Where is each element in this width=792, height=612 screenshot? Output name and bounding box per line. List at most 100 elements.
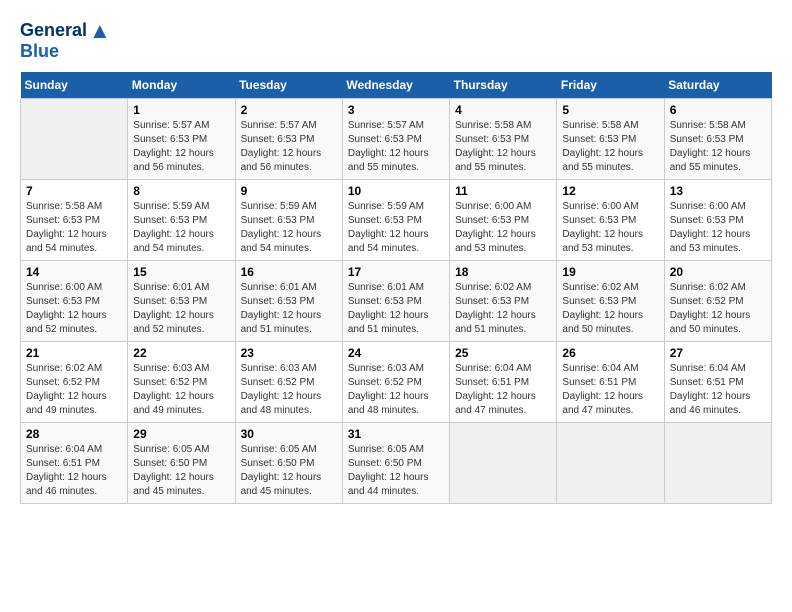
day-info: Sunrise: 6:00 AM Sunset: 6:53 PM Dayligh… (26, 281, 122, 337)
calendar-cell: 9 Sunrise: 5:59 AM Sunset: 6:53 PM Daylig… (235, 179, 342, 260)
day-number: 30 (241, 427, 337, 441)
day-number: 16 (241, 265, 337, 279)
day-header-saturday: Saturday (664, 72, 771, 99)
day-info: Sunrise: 6:00 AM Sunset: 6:53 PM Dayligh… (670, 200, 766, 256)
day-number: 5 (562, 103, 658, 117)
logo-text-general: General (20, 21, 87, 41)
calendar-table: SundayMondayTuesdayWednesdayThursdayFrid… (20, 72, 772, 504)
calendar-cell (21, 98, 128, 179)
day-number: 29 (133, 427, 229, 441)
calendar-cell: 13 Sunrise: 6:00 AM Sunset: 6:53 PM Dayli… (664, 179, 771, 260)
day-number: 31 (348, 427, 444, 441)
calendar-cell: 20 Sunrise: 6:02 AM Sunset: 6:52 PM Dayli… (664, 260, 771, 341)
calendar-cell (664, 422, 771, 503)
day-number: 27 (670, 346, 766, 360)
day-number: 19 (562, 265, 658, 279)
day-info: Sunrise: 6:02 AM Sunset: 6:53 PM Dayligh… (562, 281, 658, 337)
day-number: 14 (26, 265, 122, 279)
day-number: 18 (455, 265, 551, 279)
day-info: Sunrise: 6:05 AM Sunset: 6:50 PM Dayligh… (133, 443, 229, 499)
day-number: 4 (455, 103, 551, 117)
day-number: 10 (348, 184, 444, 198)
day-info: Sunrise: 5:57 AM Sunset: 6:53 PM Dayligh… (241, 119, 337, 175)
calendar-cell: 17 Sunrise: 6:01 AM Sunset: 6:53 PM Dayli… (342, 260, 449, 341)
day-info: Sunrise: 5:57 AM Sunset: 6:53 PM Dayligh… (133, 119, 229, 175)
calendar-cell: 28 Sunrise: 6:04 AM Sunset: 6:51 PM Dayli… (21, 422, 128, 503)
calendar-cell: 31 Sunrise: 6:05 AM Sunset: 6:50 PM Dayli… (342, 422, 449, 503)
day-info: Sunrise: 6:03 AM Sunset: 6:52 PM Dayligh… (133, 362, 229, 418)
day-number: 15 (133, 265, 229, 279)
day-info: Sunrise: 5:58 AM Sunset: 6:53 PM Dayligh… (670, 119, 766, 175)
calendar-cell: 30 Sunrise: 6:05 AM Sunset: 6:50 PM Dayli… (235, 422, 342, 503)
day-number: 8 (133, 184, 229, 198)
day-info: Sunrise: 6:04 AM Sunset: 6:51 PM Dayligh… (26, 443, 122, 499)
day-header-monday: Monday (128, 72, 235, 99)
day-header-tuesday: Tuesday (235, 72, 342, 99)
day-info: Sunrise: 5:58 AM Sunset: 6:53 PM Dayligh… (455, 119, 551, 175)
calendar-cell: 16 Sunrise: 6:01 AM Sunset: 6:53 PM Dayli… (235, 260, 342, 341)
calendar-cell: 18 Sunrise: 6:02 AM Sunset: 6:53 PM Dayli… (450, 260, 557, 341)
day-number: 6 (670, 103, 766, 117)
calendar-cell: 7Sunrise: 5:58 AM Sunset: 6:53 PM Daylig… (21, 179, 128, 260)
day-info: Sunrise: 6:01 AM Sunset: 6:53 PM Dayligh… (241, 281, 337, 337)
day-number: 28 (26, 427, 122, 441)
day-number: 7 (26, 184, 122, 198)
calendar-cell: 23Sunrise: 6:03 AM Sunset: 6:52 PM Dayli… (235, 341, 342, 422)
day-number: 21 (26, 346, 122, 360)
day-info: Sunrise: 6:04 AM Sunset: 6:51 PM Dayligh… (562, 362, 658, 418)
page-header: General ▲ Blue (20, 20, 772, 62)
logo-bird-icon: ▲ (89, 20, 111, 42)
day-info: Sunrise: 5:59 AM Sunset: 6:53 PM Dayligh… (241, 200, 337, 256)
day-info: Sunrise: 6:03 AM Sunset: 6:52 PM Dayligh… (348, 362, 444, 418)
calendar-header: SundayMondayTuesdayWednesdayThursdayFrid… (21, 72, 772, 99)
day-header-friday: Friday (557, 72, 664, 99)
day-info: Sunrise: 6:03 AM Sunset: 6:52 PM Dayligh… (241, 362, 337, 418)
calendar-cell: 19 Sunrise: 6:02 AM Sunset: 6:53 PM Dayli… (557, 260, 664, 341)
day-info: Sunrise: 6:04 AM Sunset: 6:51 PM Dayligh… (455, 362, 551, 418)
day-header-wednesday: Wednesday (342, 72, 449, 99)
calendar-cell: 27 Sunrise: 6:04 AM Sunset: 6:51 PM Dayli… (664, 341, 771, 422)
day-info: Sunrise: 5:57 AM Sunset: 6:53 PM Dayligh… (348, 119, 444, 175)
day-info: Sunrise: 5:59 AM Sunset: 6:53 PM Dayligh… (133, 200, 229, 256)
calendar-cell: 6 Sunrise: 5:58 AM Sunset: 6:53 PM Daylig… (664, 98, 771, 179)
day-info: Sunrise: 6:04 AM Sunset: 6:51 PM Dayligh… (670, 362, 766, 418)
day-number: 1 (133, 103, 229, 117)
day-number: 9 (241, 184, 337, 198)
calendar-cell: 15Sunrise: 6:01 AM Sunset: 6:53 PM Dayli… (128, 260, 235, 341)
logo: General ▲ Blue (20, 20, 111, 62)
day-number: 24 (348, 346, 444, 360)
day-info: Sunrise: 5:59 AM Sunset: 6:53 PM Dayligh… (348, 200, 444, 256)
calendar-cell (557, 422, 664, 503)
day-number: 25 (455, 346, 551, 360)
calendar-cell: 5 Sunrise: 5:58 AM Sunset: 6:53 PM Daylig… (557, 98, 664, 179)
calendar-cell: 14 Sunrise: 6:00 AM Sunset: 6:53 PM Dayli… (21, 260, 128, 341)
day-number: 13 (670, 184, 766, 198)
day-header-thursday: Thursday (450, 72, 557, 99)
day-info: Sunrise: 6:01 AM Sunset: 6:53 PM Dayligh… (348, 281, 444, 337)
calendar-cell: 8 Sunrise: 5:59 AM Sunset: 6:53 PM Daylig… (128, 179, 235, 260)
day-info: Sunrise: 6:05 AM Sunset: 6:50 PM Dayligh… (348, 443, 444, 499)
day-number: 2 (241, 103, 337, 117)
day-number: 22 (133, 346, 229, 360)
calendar-week-4: 21 Sunrise: 6:02 AM Sunset: 6:52 PM Dayli… (21, 341, 772, 422)
calendar-cell: 3Sunrise: 5:57 AM Sunset: 6:53 PM Daylig… (342, 98, 449, 179)
day-number: 20 (670, 265, 766, 279)
day-info: Sunrise: 6:02 AM Sunset: 6:52 PM Dayligh… (670, 281, 766, 337)
calendar-cell: 22 Sunrise: 6:03 AM Sunset: 6:52 PM Dayli… (128, 341, 235, 422)
calendar-cell: 1 Sunrise: 5:57 AM Sunset: 6:53 PM Daylig… (128, 98, 235, 179)
calendar-week-2: 7Sunrise: 5:58 AM Sunset: 6:53 PM Daylig… (21, 179, 772, 260)
day-info: Sunrise: 6:02 AM Sunset: 6:53 PM Dayligh… (455, 281, 551, 337)
calendar-cell: 10 Sunrise: 5:59 AM Sunset: 6:53 PM Dayli… (342, 179, 449, 260)
calendar-cell: 21 Sunrise: 6:02 AM Sunset: 6:52 PM Dayli… (21, 341, 128, 422)
day-info: Sunrise: 6:00 AM Sunset: 6:53 PM Dayligh… (455, 200, 551, 256)
day-info: Sunrise: 5:58 AM Sunset: 6:53 PM Dayligh… (562, 119, 658, 175)
day-info: Sunrise: 6:02 AM Sunset: 6:52 PM Dayligh… (26, 362, 122, 418)
calendar-week-3: 14 Sunrise: 6:00 AM Sunset: 6:53 PM Dayli… (21, 260, 772, 341)
calendar-cell: 11Sunrise: 6:00 AM Sunset: 6:53 PM Dayli… (450, 179, 557, 260)
day-info: Sunrise: 6:05 AM Sunset: 6:50 PM Dayligh… (241, 443, 337, 499)
day-number: 12 (562, 184, 658, 198)
calendar-week-1: 1 Sunrise: 5:57 AM Sunset: 6:53 PM Daylig… (21, 98, 772, 179)
calendar-cell: 2 Sunrise: 5:57 AM Sunset: 6:53 PM Daylig… (235, 98, 342, 179)
calendar-cell: 24 Sunrise: 6:03 AM Sunset: 6:52 PM Dayli… (342, 341, 449, 422)
day-number: 17 (348, 265, 444, 279)
